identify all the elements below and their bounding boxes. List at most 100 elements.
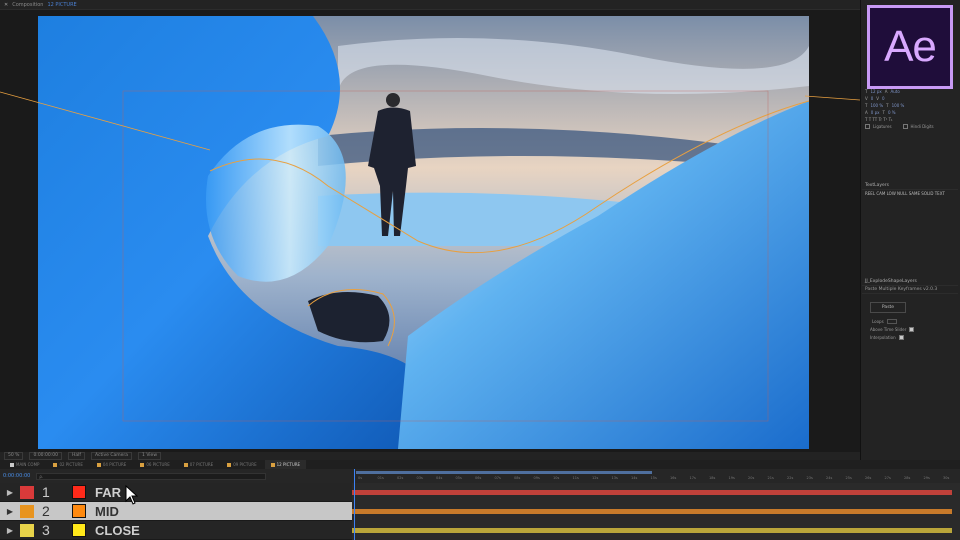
ruler-tick-label: 25s [845, 476, 852, 480]
resolution-select[interactable]: Half [68, 452, 86, 460]
tab-09-picture[interactable]: 09 PICTURE [221, 460, 262, 469]
ruler-tick-label: 01s [377, 476, 384, 480]
twirl-arrow-icon[interactable]: ▶ [0, 526, 20, 535]
mouse-cursor-icon [125, 485, 139, 505]
work-area-bar[interactable] [356, 471, 652, 474]
interpolation-option: Interpolation [862, 333, 958, 341]
baseline-shift-icon: A [865, 110, 868, 115]
tab-04-picture[interactable]: 04 PICTURE [91, 460, 132, 469]
layer-number: 1 [42, 484, 50, 500]
tab-label: 12 PICTURE [276, 462, 301, 467]
character-row[interactable]: T 12 px A Auto [862, 88, 958, 95]
layer-name[interactable]: MID [95, 504, 119, 519]
ruler-tick-label: 28s [904, 476, 911, 480]
character-panel: T 12 px A Auto V0V0 T 100 % T 100 % A0 px T 0 % … [862, 88, 958, 130]
solid-layer-icon [72, 504, 86, 518]
comp-color-swatch [140, 462, 145, 467]
tab-label: 02 PICTURE [59, 462, 83, 467]
layer-name[interactable]: CLOSE [95, 523, 140, 538]
tab-label: 09 PICTURE [233, 462, 257, 467]
ruler-tick-label: 02s [397, 476, 404, 480]
layer-row-far[interactable]: ▶ 1 FAR [0, 483, 352, 502]
character-row[interactable]: T 100 % T 100 % [862, 102, 958, 109]
tab-main-comp[interactable]: MAIN COMP [4, 460, 45, 469]
loops-input[interactable] [886, 318, 897, 324]
comp-color-swatch [270, 462, 275, 467]
tab-label: MAIN COMP [16, 462, 40, 467]
solid-layer-icon [72, 523, 86, 537]
character-row[interactable]: V0V0 [862, 95, 958, 102]
ruler-tick-label: 23s [806, 476, 813, 480]
tab-06-picture[interactable]: 06 PICTURE [134, 460, 175, 469]
textlayers-buttons[interactable]: REEL CAM LOW NULL SAME SOLID TEXT [862, 190, 958, 197]
layer-row-mid[interactable]: ▶ 2 MID [0, 502, 352, 521]
ruler-tick-label: 12s [592, 476, 599, 480]
ruler-tick-label: 06s [475, 476, 482, 480]
time-ruler[interactable]: 0s 01s 02s 03s 04s 05s 06s 07s 08s 09s 10s 11s 12s 13… [352, 469, 960, 483]
ruler-tick-label: 13s [611, 476, 618, 480]
comp-color-swatch [183, 462, 188, 467]
twirl-arrow-icon[interactable]: ▶ [0, 507, 20, 516]
label-color-swatch[interactable] [20, 523, 34, 537]
kerning-icon: V [865, 96, 868, 101]
footer-timecode[interactable]: 0:00:00:00 [29, 452, 63, 460]
composition-viewer[interactable] [0, 10, 860, 452]
tracking-icon: V [876, 96, 880, 101]
tab-07-picture[interactable]: 07 PICTURE [178, 460, 219, 469]
layer-tracks [352, 483, 960, 540]
ruler-tick-label: 17s [689, 476, 696, 480]
label-color-swatch[interactable] [20, 485, 34, 499]
leading-icon: A [884, 89, 888, 94]
layer-number: 2 [42, 503, 50, 519]
hindi-digits-checkbox[interactable] [902, 124, 908, 129]
textlayers-title: TextLayers [862, 182, 958, 190]
close-icon[interactable]: ✕ [4, 2, 8, 8]
layer-duration-bar[interactable] [352, 509, 952, 514]
ruler-tick-label: 14s [631, 476, 638, 480]
font-size-icon: T [865, 89, 868, 94]
ruler-tick-label: 08s [514, 476, 521, 480]
solid-layer-icon [72, 485, 86, 499]
paste-keyframes-title: Paste Multiple Keyframes v2.0.3 [862, 286, 958, 294]
tab-label: 07 PICTURE [189, 462, 214, 467]
ruler-tick-label: 03s [416, 476, 423, 480]
comp-color-swatch [227, 462, 232, 467]
views-select[interactable]: 1 View [138, 452, 162, 460]
logo-text: Ae [884, 22, 937, 71]
ruler-tick-label: 15s [650, 476, 657, 480]
timeline-controls: 0:00:00:00 ρ. [0, 469, 352, 483]
label-color-swatch[interactable] [20, 504, 34, 518]
timeline-timecode[interactable]: 0:00:00:00 [3, 473, 30, 479]
layer-search-input[interactable]: ρ. [36, 472, 267, 480]
ruler-tick-label: 19s [728, 476, 735, 480]
character-row[interactable]: A0 px T 0 % [862, 109, 958, 116]
twirl-arrow-icon[interactable]: ▶ [0, 488, 20, 497]
ruler-tick-label: 27s [884, 476, 891, 480]
tab-02-picture[interactable]: 02 PICTURE [47, 460, 88, 469]
zoom-select[interactable]: 50 % [4, 452, 24, 460]
ruler-tick-label: 04s [436, 476, 443, 480]
interpolation-checkbox[interactable] [898, 334, 904, 340]
layer-row-close[interactable]: ▶ 3 CLOSE [0, 521, 352, 540]
loops-field: Loops [862, 317, 958, 325]
explode-title: JJ_ExplodeShapeLayers [862, 278, 958, 286]
active-comp-tab[interactable]: 12 PICTURE [47, 2, 76, 8]
paste-button[interactable]: Paste [870, 302, 906, 313]
camera-select[interactable]: Active Camera [91, 452, 133, 460]
explode-shape-panel: JJ_ExplodeShapeLayers Paste Multiple Key… [862, 278, 958, 341]
ruler-tick-label: 10s [553, 476, 560, 480]
ruler-tick-label: 05s [455, 476, 462, 480]
layer-list: ▶ 1 FAR ▶ 2 MID ▶ 3 CLOSE [0, 483, 352, 540]
vertical-scale-icon: T [865, 103, 868, 108]
after-effects-logo: Ae [867, 5, 953, 89]
ruler-tick-label: 21s [767, 476, 774, 480]
ligatures-checkbox[interactable] [865, 124, 870, 129]
tsume-icon: T [882, 110, 885, 115]
current-time-indicator[interactable] [354, 469, 355, 540]
layer-name[interactable]: FAR [95, 485, 121, 500]
above-slider-checkbox[interactable] [909, 326, 915, 332]
layer-duration-bar[interactable] [352, 528, 952, 533]
tab-12-picture[interactable]: 12 PICTURE [264, 460, 307, 469]
parent-line-overlay [0, 91, 860, 151]
layer-duration-bar[interactable] [352, 490, 952, 495]
